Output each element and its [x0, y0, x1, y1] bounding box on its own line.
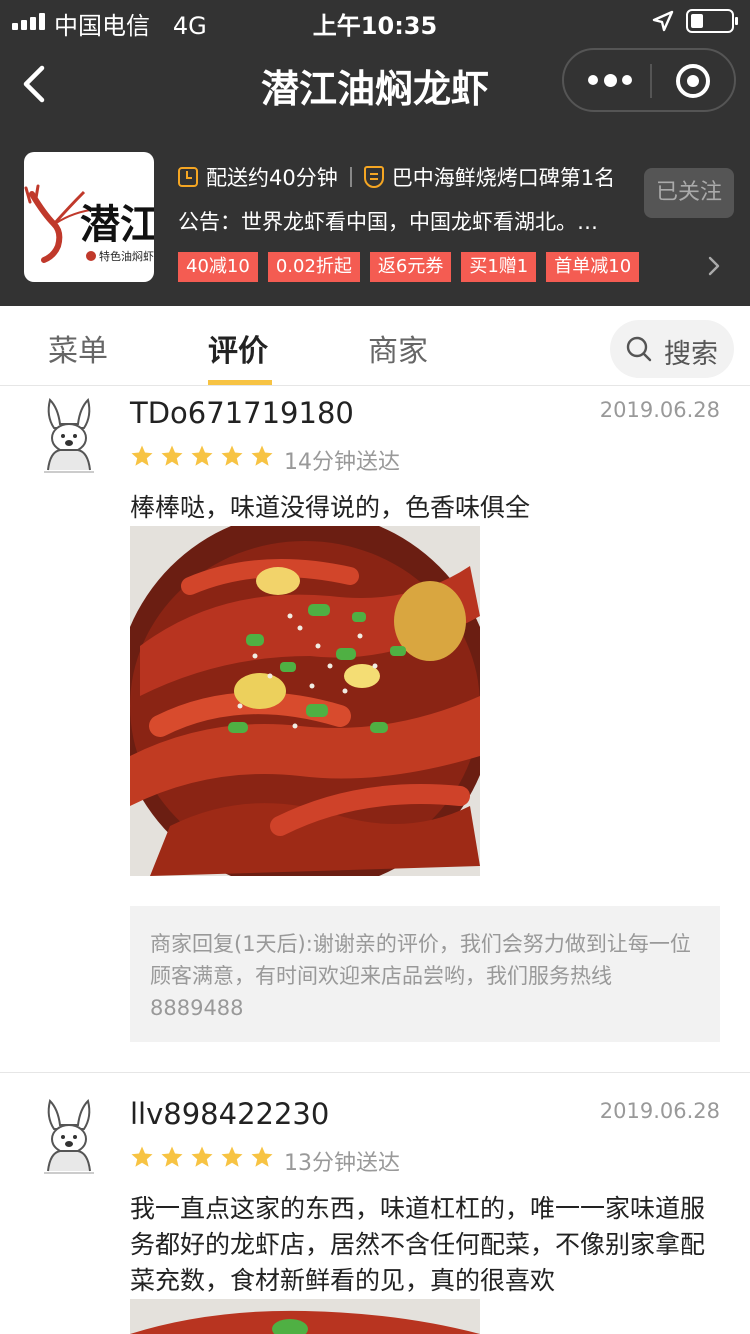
- star-icon: [131, 445, 153, 466]
- review-text: 我一直点这家的东西，味道杠杠的，唯一一家味道服务都好的龙虾店，居然不含任何配菜，…: [130, 1194, 706, 1295]
- search-button[interactable]: 搜索: [610, 320, 734, 378]
- more-options-icon[interactable]: [588, 68, 632, 92]
- review-date: 2019.06.28: [599, 398, 720, 422]
- search-icon: [626, 336, 652, 362]
- star-icon: [161, 1146, 183, 1167]
- battery-icon: [686, 9, 738, 33]
- status-bar: 中国电信 4G 上午10:35: [0, 0, 750, 40]
- default-avatar-icon: [44, 398, 94, 473]
- star-rating: [130, 1145, 274, 1169]
- star-icon: [191, 1146, 213, 1167]
- delivery-duration: 14分钟送达: [284, 450, 400, 475]
- store-logo: 潜江 特色油焖虾: [24, 152, 154, 282]
- store-notice[interactable]: 公告：世界龙虾看中国，中国龙虾看湖北。…: [178, 206, 628, 236]
- star-icon: [251, 1146, 273, 1167]
- capsule-divider: [650, 64, 652, 98]
- star-icon: [221, 1146, 243, 1167]
- clock-time: 上午10:35: [312, 12, 438, 40]
- store-header: 潜江 特色油焖虾 配送约40分钟 巴中海鲜烧烤口碑第1名 公告：世界龙虾看中国，…: [0, 128, 750, 306]
- review-item: llv898422230 2019.06.28 13分钟送达 我一直点这家的东西…: [0, 1087, 750, 1334]
- tab-merchant[interactable]: 商家: [368, 326, 428, 370]
- promo-tags[interactable]: 40减10 0.02折起 返6元券 买1赠1 首单减10: [178, 252, 640, 282]
- tab-bar: 菜单 评价 商家 搜索: [0, 306, 750, 386]
- reviewer-name: llv898422230: [130, 1097, 330, 1131]
- info-divider: [349, 167, 352, 187]
- review-date: 2019.06.28: [599, 1099, 720, 1123]
- star-icon: [221, 445, 243, 466]
- promo-tag: 40减10: [178, 252, 258, 282]
- screen: 中国电信 4G 上午10:35 潜江油焖龙虾 潜江 特色油焖虾 配送约40分钟 …: [0, 0, 750, 1334]
- search-label: 搜索: [664, 339, 718, 370]
- nav-bar: 潜江油焖龙虾: [0, 40, 750, 128]
- follow-button[interactable]: 已关注: [644, 168, 734, 218]
- review-text: 棒棒哒，味道没得说的，色香味俱全: [130, 493, 531, 522]
- star-icon: [191, 445, 213, 466]
- review-photo[interactable]: [130, 1299, 480, 1334]
- review-divider: [0, 1072, 750, 1073]
- promo-tag: 买1赠1: [461, 252, 537, 282]
- delivery-duration: 13分钟送达: [284, 1151, 400, 1176]
- review-photo[interactable]: [130, 526, 480, 876]
- clock-icon: [178, 167, 198, 187]
- store-info-line: 配送约40分钟 巴中海鲜烧烤口碑第1名: [178, 162, 615, 192]
- delivery-time: 配送约40分钟: [206, 166, 338, 190]
- star-icon: [131, 1146, 153, 1167]
- rank-badge-icon: [363, 166, 384, 188]
- star-icon: [161, 445, 183, 466]
- logo-brand-text: 潜江: [80, 201, 154, 248]
- promo-tag: 首单减10: [546, 252, 640, 282]
- review-item: TDo671719180 2019.06.28 14分钟送达 棒棒哒，味道没得说…: [0, 386, 750, 1072]
- tab-reviews[interactable]: 评价: [208, 326, 268, 370]
- merchant-reply: 商家回复(1天后):谢谢亲的评价，我们会努力做到让每一位顾客满意，有时间欢迎来店…: [130, 906, 720, 1042]
- star-rating: [130, 444, 274, 468]
- chevron-right-icon[interactable]: [706, 256, 722, 276]
- close-miniprogram-icon[interactable]: [676, 64, 710, 98]
- active-tab-indicator: [208, 380, 272, 385]
- reviewer-name: TDo671719180: [130, 396, 354, 430]
- location-arrow-icon: [652, 10, 674, 32]
- miniprogram-capsule: [562, 48, 736, 112]
- promo-tag: 返6元券: [369, 252, 452, 282]
- default-avatar-icon: [44, 1099, 94, 1174]
- star-icon: [251, 445, 273, 466]
- tab-menu[interactable]: 菜单: [48, 326, 108, 370]
- promo-tag: 0.02折起: [267, 252, 360, 282]
- store-rank: 巴中海鲜烧烤口碑第1名: [391, 166, 616, 190]
- logo-subtext: 特色油焖虾: [86, 248, 154, 264]
